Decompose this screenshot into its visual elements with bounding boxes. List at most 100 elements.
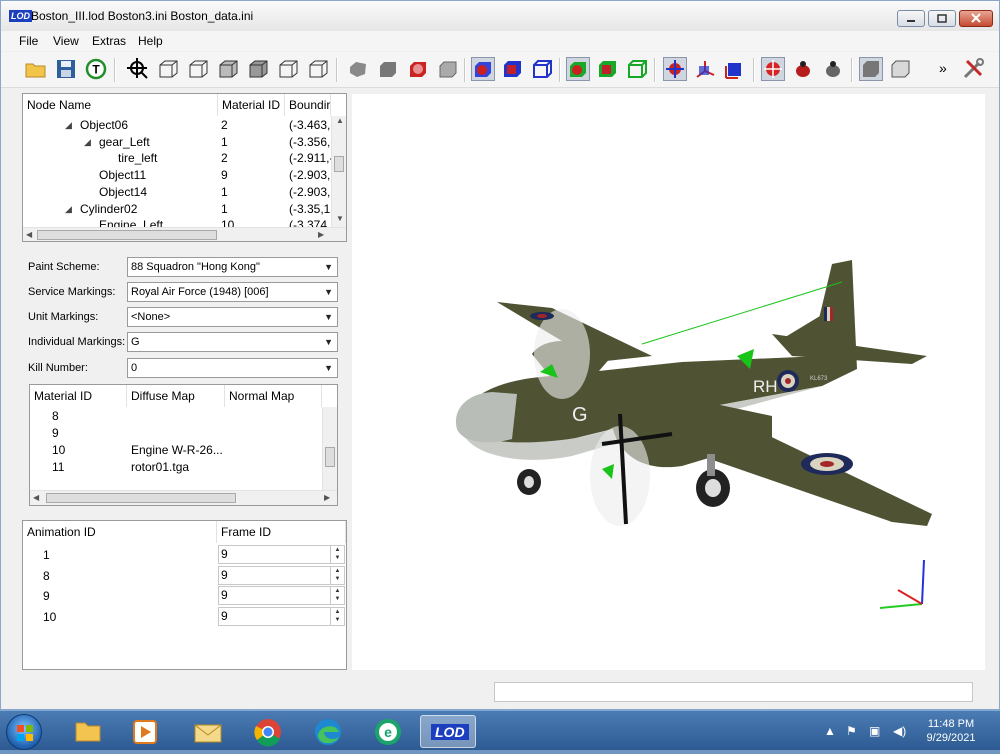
show-bounds-button[interactable]: [723, 57, 747, 81]
spin-down-icon[interactable]: ▼: [331, 554, 344, 562]
service-markings-select[interactable]: Royal Air Force (1948) [006] ▼: [127, 282, 338, 302]
taskbar-mail[interactable]: [180, 715, 236, 748]
view-bottom-button[interactable]: [306, 57, 330, 81]
debug-bug-button[interactable]: [791, 57, 815, 81]
column-frame-id[interactable]: Frame ID: [217, 521, 346, 543]
taskbar-e-app[interactable]: e: [360, 715, 416, 748]
bbox-green-solid-button[interactable]: [596, 57, 620, 81]
tree-row[interactable]: ◢ Object06 2 (-3.463,-: [23, 117, 331, 134]
view-front-button[interactable]: [156, 57, 180, 81]
view-back-button[interactable]: [186, 57, 210, 81]
animations-table[interactable]: Animation ID Frame ID 1 9 ▲ ▼ 8 9 ▲ ▼ 9 9 ▲ ▼ 10 9 ▲ ▼: [22, 520, 347, 670]
zoom-target-button[interactable]: [126, 57, 150, 81]
3d-viewport[interactable]: RH G KL673: [352, 94, 985, 670]
column-material-id[interactable]: Material ID: [30, 385, 127, 407]
tree-row[interactable]: Object14 1 (-2.903,1: [23, 184, 331, 201]
kill-number-select[interactable]: 0 ▼: [127, 358, 338, 378]
animation-row[interactable]: 10 9 ▲ ▼: [23, 606, 346, 627]
debug-gray-bug-button[interactable]: [821, 57, 845, 81]
spin-up-icon[interactable]: ▲: [331, 608, 344, 616]
toolbar-overflow-button[interactable]: »: [939, 60, 947, 76]
animation-row[interactable]: 9 9 ▲ ▼: [23, 586, 346, 606]
column-animation-id[interactable]: Animation ID: [23, 521, 217, 543]
frame-id-spinbox[interactable]: 9 ▲ ▼: [218, 586, 345, 605]
spin-up-icon[interactable]: ▲: [331, 567, 344, 575]
scroll-up-arrow-icon[interactable]: ▲: [336, 116, 344, 125]
materials-table[interactable]: Material ID Diffuse Map Normal Map 8 9 10 E…: [29, 384, 338, 506]
settings-tools-button[interactable]: [961, 57, 985, 81]
save-button[interactable]: [54, 57, 78, 81]
bbox-blue-wire-button[interactable]: [531, 57, 555, 81]
column-material-id[interactable]: Material ID: [218, 94, 285, 116]
expander-icon[interactable]: ◢: [65, 120, 72, 131]
scroll-right-arrow-icon[interactable]: ▶: [318, 230, 324, 239]
solid-box-button[interactable]: [859, 57, 883, 81]
spin-down-icon[interactable]: ▼: [331, 595, 344, 603]
view-left-button[interactable]: [216, 57, 240, 81]
render-color-button[interactable]: [406, 57, 430, 81]
paint-scheme-select[interactable]: 88 Squadron "Hong Kong" ▼: [127, 257, 338, 277]
menu-view[interactable]: View: [53, 34, 79, 48]
flag-icon[interactable]: ⚑: [846, 724, 857, 738]
frame-id-spinbox[interactable]: 9 ▲ ▼: [218, 606, 345, 626]
taskbar-explorer[interactable]: [60, 715, 116, 748]
frame-id-spinbox[interactable]: 9 ▲ ▼: [218, 545, 345, 564]
column-diffuse-map[interactable]: Diffuse Map: [127, 385, 225, 407]
tree-row[interactable]: tire_left 2 (-2.911,-: [23, 150, 331, 167]
taskbar-lod-app[interactable]: LOD: [420, 715, 476, 748]
spin-down-icon[interactable]: ▼: [331, 575, 344, 583]
material-row[interactable]: 9: [30, 425, 322, 442]
node-tree-vscroll[interactable]: ▲ ▼: [331, 116, 346, 227]
spin-up-icon[interactable]: ▲: [331, 546, 344, 554]
menu-extras[interactable]: Extras: [92, 34, 126, 48]
tray-expand-icon[interactable]: ▲: [824, 724, 836, 738]
spin-up-icon[interactable]: ▲: [331, 587, 344, 595]
animation-row[interactable]: 1 9 ▲ ▼: [23, 545, 346, 565]
material-row[interactable]: 8: [30, 408, 322, 425]
frame-id-spinbox[interactable]: 9 ▲ ▼: [218, 565, 345, 585]
unit-markings-select[interactable]: <None> ▼: [127, 307, 338, 327]
wire-box-button[interactable]: [889, 57, 913, 81]
render-smooth-button[interactable]: [346, 57, 370, 81]
aircraft-model[interactable]: RH G KL673: [352, 94, 985, 670]
tree-row[interactable]: ◢ gear_Left 1 (-3.356,-: [23, 134, 331, 151]
scroll-right-arrow-icon[interactable]: ▶: [324, 493, 330, 502]
render-solid-button[interactable]: [376, 57, 400, 81]
debug-red-target-button[interactable]: [761, 57, 785, 81]
column-bounding[interactable]: Boundir: [285, 94, 331, 116]
column-node-name[interactable]: Node Name: [23, 94, 218, 116]
individual-markings-select[interactable]: G ▼: [127, 332, 338, 352]
column-normal-map[interactable]: Normal Map: [225, 385, 322, 407]
bbox-green-wire-button[interactable]: [626, 57, 650, 81]
volume-icon[interactable]: ◀): [893, 724, 906, 738]
texture-tool-button[interactable]: T: [84, 57, 108, 81]
view-top-button[interactable]: [276, 57, 300, 81]
scroll-left-arrow-icon[interactable]: ◀: [26, 230, 32, 239]
clock[interactable]: 11:48 PM 9/29/2021: [918, 717, 984, 745]
view-right-button[interactable]: [246, 57, 270, 81]
spin-down-icon[interactable]: ▼: [331, 616, 344, 624]
menu-help[interactable]: Help: [138, 34, 163, 48]
expander-icon[interactable]: ◢: [84, 137, 91, 148]
scroll-thumb[interactable]: [325, 447, 335, 467]
scroll-thumb[interactable]: [37, 230, 217, 240]
node-tree-hscroll[interactable]: ◀ ▶: [23, 227, 346, 241]
close-button[interactable]: [959, 10, 993, 27]
node-tree[interactable]: Node Name Material ID Boundir ◢ Object06 2…: [22, 93, 347, 242]
show-pivot-button[interactable]: [663, 57, 687, 81]
expander-icon[interactable]: ◢: [65, 204, 72, 215]
animation-row[interactable]: 8 9 ▲ ▼: [23, 565, 346, 586]
bbox-blue-red-button[interactable]: [471, 57, 495, 81]
render-flat-button[interactable]: [436, 57, 460, 81]
bbox-green-red-button[interactable]: [566, 57, 590, 81]
network-icon[interactable]: ▣: [869, 724, 880, 738]
scroll-down-arrow-icon[interactable]: ▼: [336, 214, 344, 223]
material-row[interactable]: 11 rotor01.tga: [30, 459, 322, 476]
taskbar-media-player[interactable]: [118, 715, 174, 748]
scroll-left-arrow-icon[interactable]: ◀: [33, 493, 39, 502]
taskbar-chrome[interactable]: [240, 715, 296, 748]
scroll-thumb[interactable]: [46, 493, 236, 503]
start-button[interactable]: [6, 714, 42, 750]
taskbar-edge[interactable]: [300, 715, 356, 748]
restore-button[interactable]: [928, 10, 956, 27]
